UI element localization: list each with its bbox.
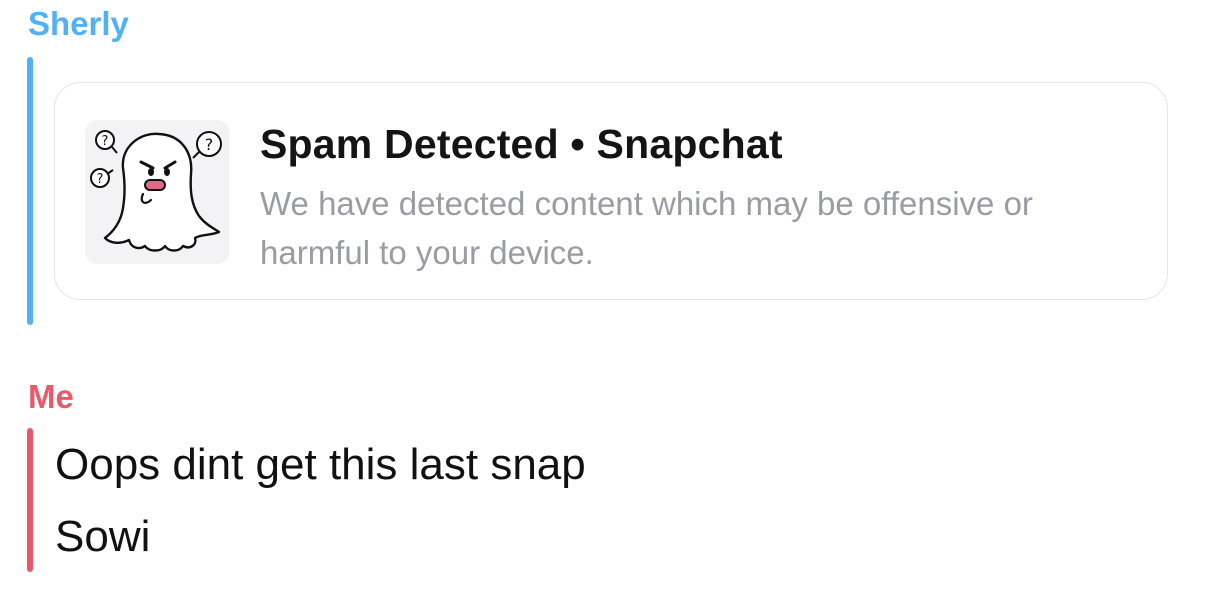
sender-name-sherly: Sherly xyxy=(28,5,129,42)
svg-text:?: ? xyxy=(205,135,214,154)
message-text: Sowi xyxy=(55,512,151,561)
link-card-description: We have detected content which may be of… xyxy=(260,185,1033,271)
message-bar-me xyxy=(27,428,33,572)
svg-text:?: ? xyxy=(97,172,104,187)
message-text: Oops dint get this last snap xyxy=(55,440,586,489)
ghost-icon: ? ? ? xyxy=(85,120,229,264)
svg-text:?: ? xyxy=(102,134,109,149)
link-card-title: Spam Detected • Snapchat xyxy=(260,121,783,167)
sender-name-me: Me xyxy=(28,378,74,415)
message-bar-sherly xyxy=(27,57,33,325)
link-preview-card[interactable]: ? ? ? Spam Detected • Snapchat We have d… xyxy=(54,82,1168,300)
